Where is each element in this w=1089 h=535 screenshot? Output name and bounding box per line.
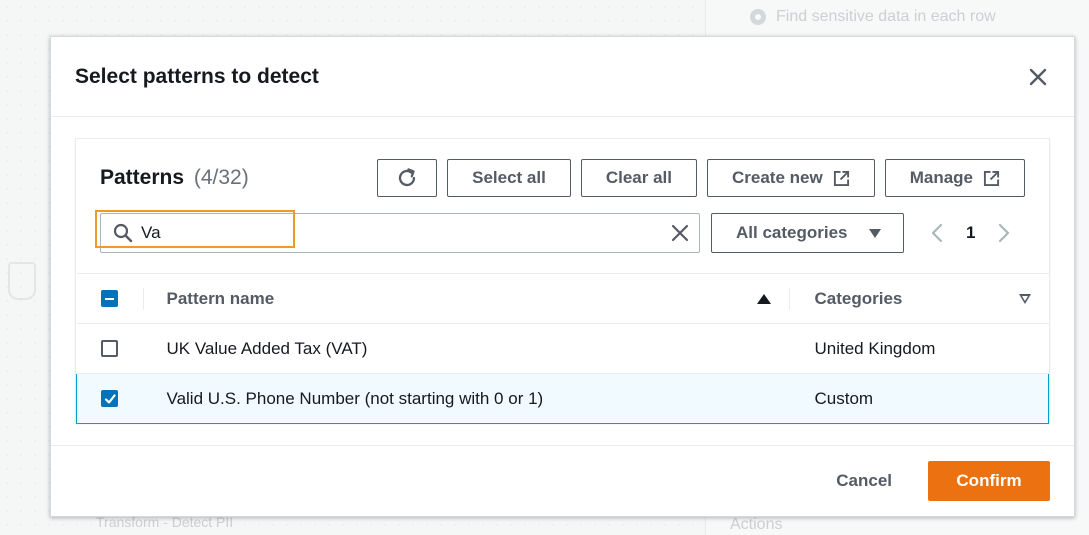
pattern-name-cell: UK Value Added Tax (VAT) [142,323,789,374]
pagination: 1 [930,223,1011,243]
select-all-cell [76,273,143,324]
select-patterns-modal: Select patterns to detect Patterns (4/32… [50,36,1075,517]
search-field [95,210,700,253]
table-row[interactable]: UK Value Added Tax (VAT) United Kingdom [76,323,1049,374]
category-cell: United Kingdom [788,323,1049,374]
checkmark-icon [104,393,116,404]
modal-body: Patterns (4/32) Select all Clear all Cre… [51,117,1074,447]
patterns-container: Patterns (4/32) Select all Clear all Cre… [75,138,1050,424]
column-categories[interactable]: Categories [788,273,1049,324]
external-link-icon [983,170,1000,186]
close-button[interactable] [1026,65,1050,89]
select-all-button[interactable]: Select all [447,159,571,197]
column-pattern-name[interactable]: Pattern name [142,273,789,324]
patterns-title: Patterns [100,166,185,189]
close-icon [1029,68,1047,85]
sort-ascending-icon[interactable] [756,294,771,304]
manage-button[interactable]: Manage [884,159,1025,197]
patterns-count: (4/32) [193,166,249,189]
modal-header: Select patterns to detect [51,37,1074,117]
filter-row: All categories 1 [95,210,1025,253]
pattern-name-cell: Valid U.S. Phone Number (not starting wi… [142,373,789,424]
patterns-heading: Patterns (4/32) [100,166,249,190]
column-pattern-name-label: Pattern name [166,288,275,308]
clear-all-button[interactable]: Clear all [580,159,697,197]
refresh-icon [399,168,416,187]
row-checkbox[interactable] [101,390,118,407]
cancel-button[interactable]: Cancel [814,471,914,491]
search-input[interactable] [141,223,641,243]
modal-footer: Cancel Confirm [51,445,1074,516]
category-select-value: All categories [736,223,848,242]
table-row[interactable]: Valid U.S. Phone Number (not starting wi… [76,373,1049,424]
confirm-button[interactable]: Confirm [928,461,1050,501]
search-icon [113,223,133,243]
create-new-label: Create new [732,168,823,187]
caret-down-icon [869,228,881,238]
header-actions: Select all Clear all Create new Manage [377,159,1025,197]
create-new-button[interactable]: Create new [707,159,875,197]
modal-title: Select patterns to detect [75,64,319,88]
row-checkbox-cell [76,373,143,424]
table-header-row: Pattern name Categories [76,273,1049,324]
chevron-left-icon[interactable] [930,223,944,243]
row-checkbox[interactable] [100,340,118,357]
chevron-right-icon[interactable] [997,223,1011,243]
clear-icon[interactable] [671,224,689,242]
row-checkbox-cell [76,323,143,374]
external-link-icon [833,170,849,186]
column-categories-label: Categories [814,288,903,308]
manage-label: Manage [909,168,973,187]
category-select[interactable]: All categories [711,213,904,253]
sort-descending-icon[interactable] [1018,294,1031,304]
patterns-table: Pattern name Categories UK Value Added T… [76,273,1049,424]
refresh-button[interactable] [377,159,438,197]
select-all-checkbox[interactable] [100,290,118,307]
category-cell: Custom [788,373,1049,424]
page-number[interactable]: 1 [966,223,975,243]
patterns-header: Patterns (4/32) Select all Clear all Cre… [76,139,1049,253]
